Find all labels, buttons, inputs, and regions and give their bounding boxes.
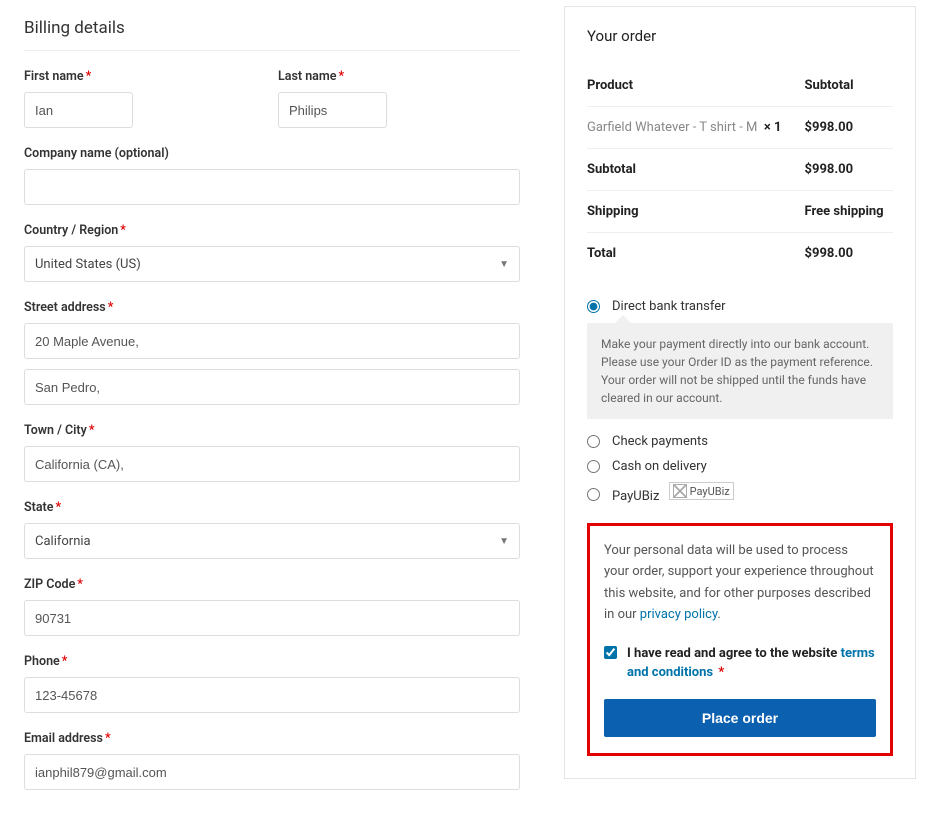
payment-desc-bank: Make your payment directly into our bank… <box>587 323 893 419</box>
payment-radio-payubiz[interactable] <box>587 488 600 501</box>
street2-input[interactable] <box>24 369 520 405</box>
zip-label: ZIP Code* <box>24 577 520 592</box>
chevron-down-icon: ▼ <box>499 536 509 547</box>
payment-label-cod[interactable]: Cash on delivery <box>612 459 707 474</box>
payment-label-bank[interactable]: Direct bank transfer <box>612 299 726 314</box>
order-summary: Your order Product Subtotal Garfield Wha… <box>564 6 916 779</box>
table-row: Shipping Free shipping <box>587 191 893 233</box>
city-label: Town / City* <box>24 423 520 438</box>
subtotal-header: Subtotal <box>805 65 893 107</box>
email-label: Email address* <box>24 731 520 746</box>
phone-input[interactable] <box>24 677 520 713</box>
billing-title: Billing details <box>24 6 520 51</box>
terms-checkbox[interactable] <box>604 646 617 659</box>
product-header: Product <box>587 65 805 107</box>
last-name-label: Last name* <box>278 69 520 84</box>
chevron-down-icon: ▼ <box>499 259 509 270</box>
city-input[interactable] <box>24 446 520 482</box>
privacy-text: Your personal data will be used to proce… <box>604 540 876 626</box>
payment-radio-bank[interactable] <box>587 300 600 313</box>
first-name-input[interactable] <box>24 92 133 128</box>
payubiz-image-icon: PayUBiz <box>669 482 734 500</box>
country-label: Country / Region* <box>24 223 520 238</box>
place-order-button[interactable]: Place order <box>604 699 876 737</box>
table-row: Garfield Whatever - T shirt - M × 1 $998… <box>587 107 893 149</box>
table-row: Total $998.00 <box>587 233 893 275</box>
privacy-policy-link[interactable]: privacy policy <box>640 607 718 622</box>
country-select[interactable]: United States (US) ▼ <box>24 246 520 282</box>
company-input[interactable] <box>24 169 520 205</box>
terms-highlight: Your personal data will be used to proce… <box>587 523 893 756</box>
payment-label-check[interactable]: Check payments <box>612 434 708 449</box>
payment-radio-cod[interactable] <box>587 460 600 473</box>
street-label: Street address* <box>24 300 520 315</box>
street1-input[interactable] <box>24 323 520 359</box>
state-select[interactable]: California ▼ <box>24 523 520 559</box>
payment-label-payubiz[interactable]: PayUBiz PayUBiz <box>612 484 734 504</box>
first-name-label: First name* <box>24 69 266 84</box>
zip-input[interactable] <box>24 600 520 636</box>
last-name-input[interactable] <box>278 92 387 128</box>
email-input[interactable] <box>24 754 520 790</box>
terms-label[interactable]: I have read and agree to the website ter… <box>627 644 876 683</box>
state-label: State* <box>24 500 520 515</box>
company-label: Company name (optional) <box>24 146 520 161</box>
table-row: Subtotal $998.00 <box>587 149 893 191</box>
order-title: Your order <box>587 27 893 45</box>
payment-radio-check[interactable] <box>587 435 600 448</box>
